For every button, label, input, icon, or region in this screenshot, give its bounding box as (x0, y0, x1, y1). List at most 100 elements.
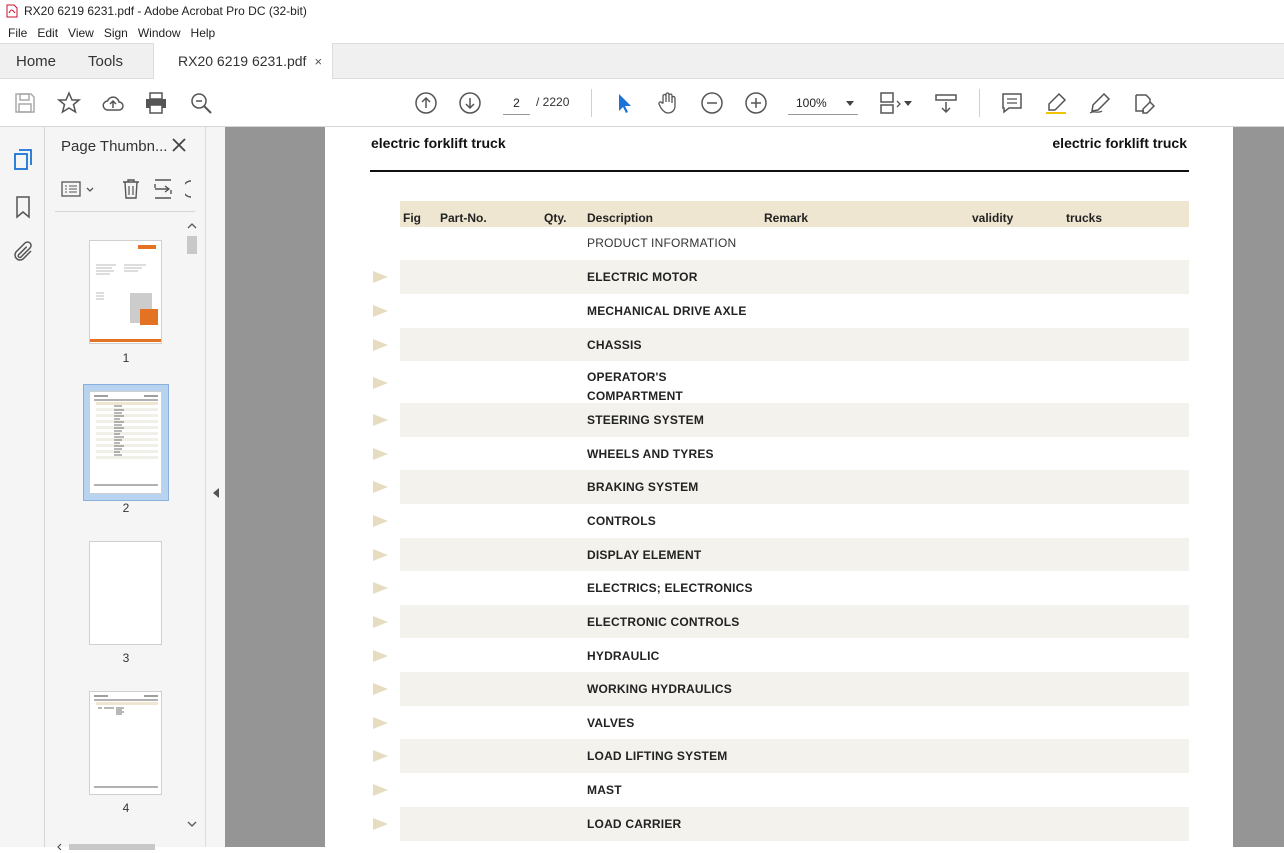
collapse-arrow-icon[interactable] (213, 488, 219, 498)
link-arrow-icon[interactable] (373, 784, 388, 796)
page-fit-icon[interactable] (878, 91, 902, 115)
insert-page-icon[interactable] (152, 177, 176, 204)
scroll-mode-icon[interactable] (934, 91, 958, 115)
table-row: CHASSIS (373, 328, 1189, 361)
row-description[interactable]: LOAD CARRIER (587, 817, 681, 831)
link-arrow-icon[interactable] (373, 271, 388, 283)
row-description[interactable]: OPERATOR'S (587, 370, 667, 384)
table-row: WHEELS AND TYRES (373, 437, 1189, 470)
pdf-page: electric forklift truck electric forklif… (325, 127, 1233, 847)
hand-tool-icon[interactable] (656, 91, 680, 115)
table-header: Fig Part-No. Qty. Description Remark val… (400, 201, 1189, 227)
link-arrow-icon[interactable] (373, 305, 388, 317)
row-description[interactable]: VALVES (587, 716, 634, 730)
row-description[interactable]: CONTROLS (587, 514, 656, 528)
thumbnails-panel: Page Thumbn... 1 2 3 4 (45, 127, 205, 851)
previous-page-icon[interactable] (414, 91, 438, 115)
row-description[interactable]: WORKING HYDRAULICS (587, 682, 732, 696)
page-thumbnail-4[interactable] (89, 691, 162, 795)
row-description[interactable]: ELECTRIC MOTOR (587, 270, 698, 284)
link-arrow-icon[interactable] (373, 717, 388, 729)
tab-home[interactable]: Home (16, 53, 56, 70)
link-arrow-icon[interactable] (373, 582, 388, 594)
link-arrow-icon[interactable] (373, 414, 388, 426)
row-description[interactable]: CHASSIS (587, 338, 642, 352)
thumbnail-scrollbar[interactable] (185, 220, 199, 830)
search-zoom-icon[interactable] (189, 91, 213, 115)
row-description[interactable]: HYDRAULIC (587, 649, 659, 663)
bookmark-icon[interactable] (11, 195, 35, 219)
close-icon[interactable] (171, 137, 187, 153)
link-arrow-icon[interactable] (373, 616, 388, 628)
navigation-rail (0, 127, 45, 847)
close-tab-icon[interactable]: × (314, 54, 322, 69)
edit-pdf-icon[interactable] (1132, 91, 1156, 115)
select-cursor-icon[interactable] (612, 91, 636, 115)
next-page-icon[interactable] (458, 91, 482, 115)
menu-sign[interactable]: Sign (100, 26, 134, 40)
panel-divider (55, 211, 195, 212)
menu-window[interactable]: Window (134, 26, 187, 40)
upload-cloud-icon[interactable] (101, 91, 125, 115)
zoom-out-icon[interactable] (700, 91, 724, 115)
col-remark: Remark (764, 211, 809, 225)
page-thumbnail-3[interactable] (89, 541, 162, 645)
link-arrow-icon[interactable] (373, 339, 388, 351)
page-thumbnail-2[interactable] (89, 391, 162, 494)
zoom-in-icon[interactable] (744, 91, 768, 115)
zoom-select[interactable]: 100% (788, 93, 858, 115)
col-validity: validity (972, 211, 1014, 225)
toolbar-divider (979, 89, 980, 117)
page-thumbnail-1[interactable] (89, 240, 162, 344)
table-row: VALVES (373, 706, 1189, 739)
menu-view[interactable]: View (64, 26, 100, 40)
save-icon[interactable] (13, 91, 37, 115)
menu-file[interactable]: File (4, 26, 33, 40)
table-row: LOAD LIFTING SYSTEM (373, 739, 1189, 773)
highlight-pen-icon[interactable] (1044, 91, 1068, 115)
link-arrow-icon[interactable] (373, 750, 388, 762)
row-description[interactable]: MECHANICAL DRIVE AXLE (587, 304, 747, 318)
document-view[interactable]: electric forklift truck electric forklif… (225, 127, 1284, 847)
link-arrow-icon[interactable] (373, 448, 388, 460)
link-arrow-icon[interactable] (373, 683, 388, 695)
row-description[interactable]: BRAKING SYSTEM (587, 480, 698, 494)
menu-edit[interactable]: Edit (33, 26, 64, 40)
row-description[interactable]: STEERING SYSTEM (587, 413, 704, 427)
row-description[interactable]: ELECTRICS; ELECTRONICS (587, 581, 753, 595)
panel-collapse-handle[interactable] (205, 127, 225, 847)
delete-page-icon[interactable] (119, 177, 143, 204)
thumbnail-options-icon[interactable] (61, 179, 95, 202)
thumbnail-horizontal-scrollbar[interactable] (55, 839, 185, 851)
link-arrow-icon[interactable] (373, 650, 388, 662)
link-arrow-icon[interactable] (373, 377, 388, 389)
row-description[interactable]: PRODUCT INFORMATION (587, 236, 736, 250)
print-icon[interactable] (144, 91, 168, 115)
page-thumbnails-icon[interactable] (11, 148, 35, 172)
row-description[interactable]: WHEELS AND TYRES (587, 447, 714, 461)
row-description[interactable]: DISPLAY ELEMENT (587, 548, 701, 562)
row-description-line2[interactable]: COMPARTMENT (587, 389, 683, 403)
fit-dropdown-icon[interactable] (904, 101, 912, 106)
link-arrow-icon[interactable] (373, 549, 388, 561)
draw-sign-icon[interactable] (1088, 91, 1112, 115)
row-description[interactable]: ELECTRONIC CONTROLS (587, 615, 739, 629)
row-description[interactable]: LOAD LIFTING SYSTEM (587, 749, 727, 763)
star-icon[interactable] (56, 91, 82, 115)
tab-document[interactable]: RX20 6219 6231.pdf × (153, 43, 333, 79)
link-arrow-icon[interactable] (373, 481, 388, 493)
toolbar-divider (591, 89, 592, 117)
comment-icon[interactable] (1000, 91, 1024, 115)
link-arrow-icon[interactable] (373, 818, 388, 830)
menu-help[interactable]: Help (187, 26, 222, 40)
table-row: ELECTRONIC CONTROLS (373, 605, 1189, 638)
attachment-icon[interactable] (11, 240, 35, 264)
row-description[interactable]: MAST (587, 783, 622, 797)
table-row: MECHANICAL DRIVE AXLE (373, 294, 1189, 327)
link-arrow-icon[interactable] (373, 515, 388, 527)
rotate-page-icon[interactable] (185, 177, 199, 204)
tab-tools[interactable]: Tools (88, 53, 123, 70)
page-header-left: electric forklift truck (371, 135, 506, 151)
table-row: HYDRAULIC (373, 639, 1189, 672)
page-number-input[interactable]: 2 (503, 93, 530, 115)
